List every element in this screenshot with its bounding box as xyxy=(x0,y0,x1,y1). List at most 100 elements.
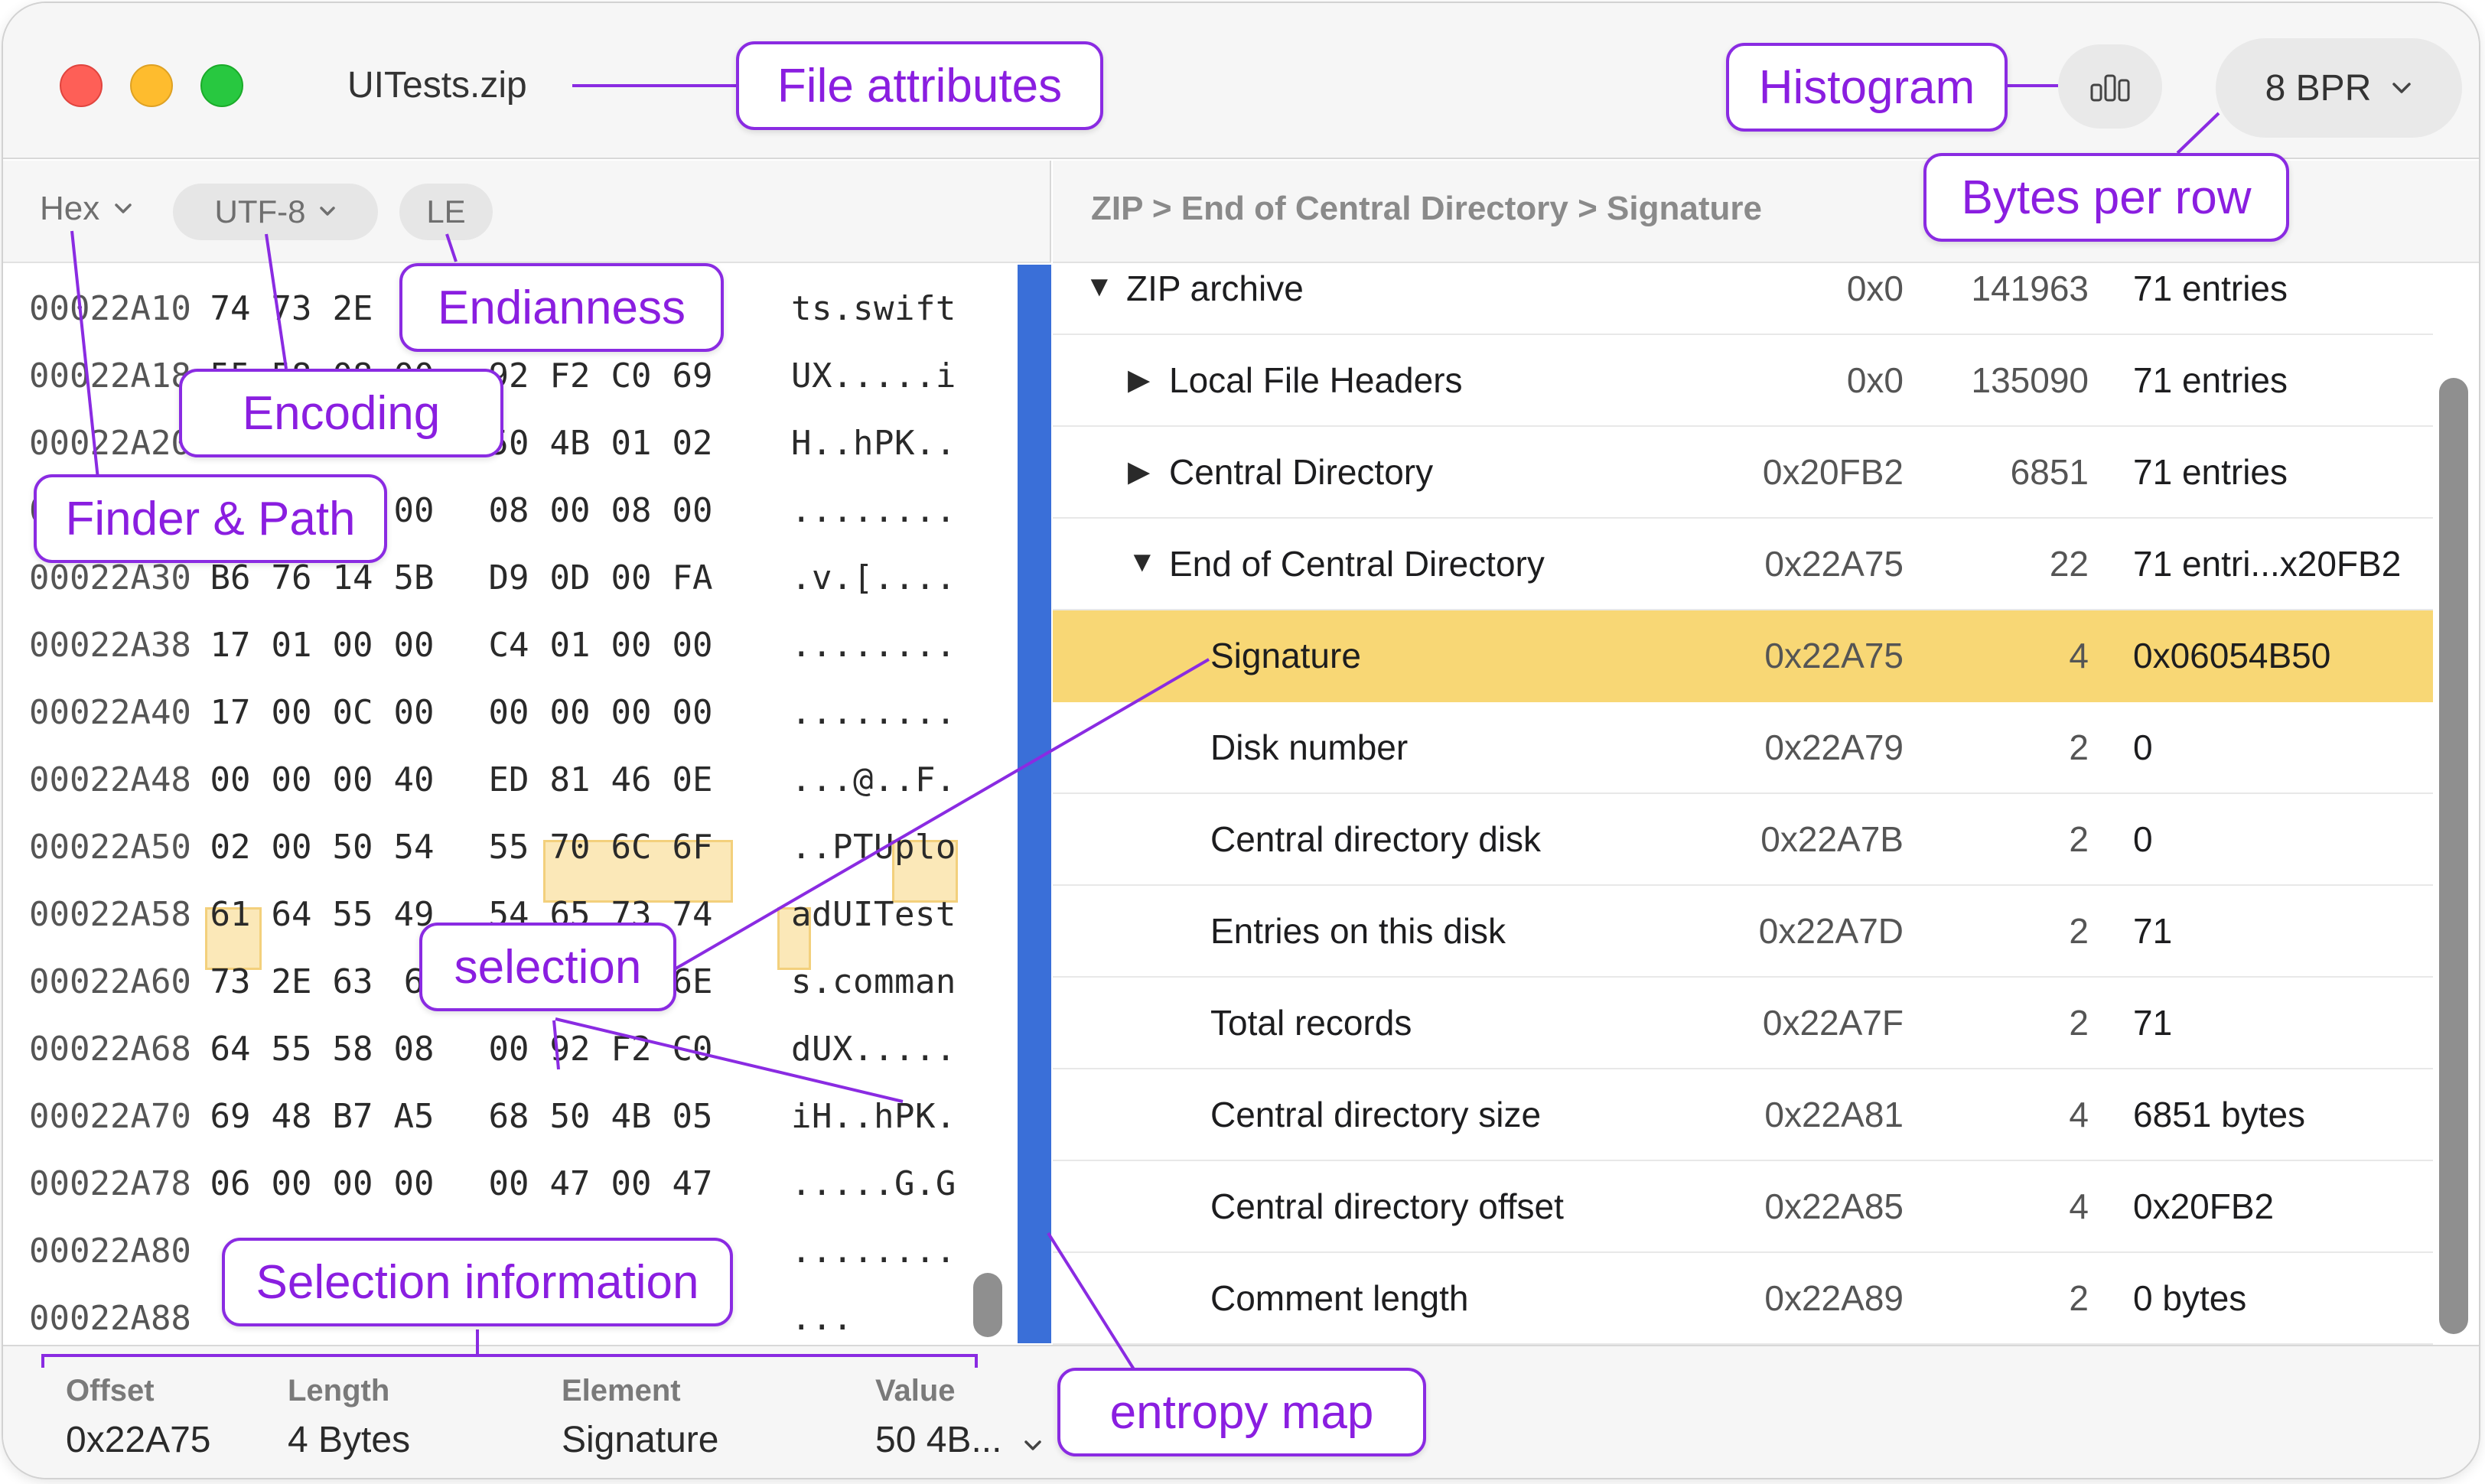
hex-byte[interactable]: 47 xyxy=(669,1164,716,1203)
hex-byte[interactable]: 08 xyxy=(390,1030,438,1069)
hex-byte[interactable]: F2 xyxy=(607,1030,655,1069)
hex-byte[interactable]: 00 xyxy=(669,626,716,665)
hex-byte[interactable]: 00 xyxy=(607,693,655,732)
histogram-button[interactable] xyxy=(2058,44,2162,129)
hex-byte[interactable]: 46 xyxy=(607,760,655,799)
hex-byte[interactable]: 2E xyxy=(268,962,315,1001)
disclosure-triangle-icon[interactable]: ▶ xyxy=(1128,363,1150,397)
hex-byte[interactable]: 69 xyxy=(207,1097,254,1136)
hex-view[interactable]: 00022A10 74 73 2E ts.swift 00022A18 55 58 08 00 92… xyxy=(3,265,1013,1345)
disclosure-triangle-icon[interactable]: ▼ xyxy=(1085,271,1114,304)
hex-row[interactable]: 00022A40 17 00 0C 00 00 00 00 00........ xyxy=(3,676,1013,744)
hex-byte[interactable]: 17 xyxy=(207,626,254,665)
view-mode-select[interactable]: Hex xyxy=(40,190,133,228)
hex-byte[interactable]: 00 xyxy=(207,760,254,799)
hex-byte[interactable]: FA xyxy=(669,558,716,597)
tree-row[interactable]: Comment length 0x22A89 2 0 bytes xyxy=(1053,1253,2433,1345)
encoding-select[interactable]: UTF-8 xyxy=(173,184,378,240)
hex-row-ascii[interactable]: ........ xyxy=(791,626,956,665)
hex-byte[interactable]: 00 xyxy=(669,491,716,530)
structure-tree[interactable]: ▼ ZIP archive 0x0 141963 71 entries ▶ Local Fi… xyxy=(1053,265,2433,1345)
hex-byte[interactable]: 00 xyxy=(485,693,532,732)
tree-row[interactable]: ▶ Local File Headers 0x0 135090 71 entries xyxy=(1053,335,2433,427)
disclosure-triangle-icon[interactable]: ▼ xyxy=(1128,546,1157,579)
hex-byte[interactable]: 47 xyxy=(546,1164,594,1203)
hex-byte[interactable]: 70 xyxy=(546,828,594,867)
hex-byte[interactable]: 00 xyxy=(390,693,438,732)
hex-byte[interactable]: 63 xyxy=(329,962,376,1001)
hex-byte[interactable]: 64 xyxy=(207,1030,254,1069)
hex-row-ascii[interactable]: ...@..F. xyxy=(791,760,956,799)
tree-row[interactable]: Disk number 0x22A79 2 0 xyxy=(1053,702,2433,794)
tree-row[interactable]: ▼ ZIP archive 0x0 141963 71 entries xyxy=(1053,243,2433,335)
hex-byte[interactable]: B7 xyxy=(329,1097,376,1136)
hex-byte[interactable]: A5 xyxy=(390,1097,438,1136)
hex-byte[interactable]: F2 xyxy=(546,356,594,395)
tree-row[interactable]: Total records 0x22A7F 2 71 xyxy=(1053,978,2433,1069)
hex-byte[interactable]: 69 xyxy=(669,356,716,395)
hex-byte[interactable]: 00 xyxy=(485,1030,532,1069)
status-value-value[interactable]: 50 4B... xyxy=(875,1419,1043,1461)
hex-byte[interactable]: 2E xyxy=(329,289,376,328)
hex-byte[interactable]: 0E xyxy=(669,760,716,799)
hex-byte[interactable]: 6C xyxy=(607,828,655,867)
hex-byte[interactable]: 02 xyxy=(207,828,254,867)
hex-row-ascii[interactable]: .v.[.... xyxy=(791,558,956,597)
hex-byte[interactable]: 00 xyxy=(390,491,438,530)
hex-byte[interactable]: 00 xyxy=(485,1164,532,1203)
hex-byte[interactable]: C0 xyxy=(607,356,655,395)
hex-byte[interactable]: 5B xyxy=(390,558,438,597)
tree-row[interactable]: Central directory size 0x22A81 4 6851 bytes xyxy=(1053,1069,2433,1161)
minimize-window-button[interactable] xyxy=(130,64,173,107)
hex-byte[interactable]: 14 xyxy=(329,558,376,597)
hex-byte[interactable]: C0 xyxy=(669,1030,716,1069)
hex-row[interactable]: 00022A20 50 4B 01 02 H..hPK.. xyxy=(3,407,1013,474)
hex-byte[interactable]: 92 xyxy=(546,1030,594,1069)
tree-row[interactable]: ▶ Central Directory 0x20FB2 6851 71 entries xyxy=(1053,427,2433,519)
hex-row-ascii[interactable]: .....G.G xyxy=(791,1164,956,1203)
hex-byte[interactable]: 01 xyxy=(268,626,315,665)
tree-row[interactable]: Central directory disk 0x22A7B 2 0 xyxy=(1053,794,2433,886)
hex-row[interactable]: 00022A38 17 01 00 00 C4 01 00 00........ xyxy=(3,609,1013,676)
tree-row[interactable]: Entries on this disk 0x22A7D 2 71 xyxy=(1053,886,2433,978)
hex-row-ascii[interactable]: s.comman xyxy=(791,962,956,1001)
endianness-toggle[interactable]: LE xyxy=(399,184,493,240)
file-title[interactable]: UITests.zip xyxy=(347,64,527,106)
hex-row-ascii[interactable]: ........ xyxy=(791,693,956,732)
hex-row-ascii[interactable]: ........ xyxy=(791,491,956,530)
entropy-map[interactable] xyxy=(1018,265,1051,1343)
hex-byte[interactable]: 81 xyxy=(546,760,594,799)
hex-byte[interactable]: B6 xyxy=(207,558,254,597)
hex-byte[interactable]: 00 xyxy=(329,1164,376,1203)
hex-scrollbar-thumb[interactable] xyxy=(973,1273,1002,1337)
hex-byte[interactable]: 00 xyxy=(268,1164,315,1203)
hex-byte[interactable]: 4B xyxy=(607,1097,655,1136)
hex-byte[interactable]: 4B xyxy=(546,424,594,463)
hex-byte[interactable]: 6F xyxy=(669,828,716,867)
hex-byte[interactable]: 05 xyxy=(669,1097,716,1136)
hex-byte[interactable]: 00 xyxy=(669,693,716,732)
hex-byte[interactable]: 00 xyxy=(268,828,315,867)
hex-byte[interactable]: C4 xyxy=(485,626,532,665)
hex-byte[interactable]: 40 xyxy=(390,760,438,799)
bytes-per-row-select[interactable]: 8 BPR xyxy=(2216,38,2462,138)
hex-byte[interactable]: 08 xyxy=(485,491,532,530)
hex-row[interactable]: 00022A78 06 00 00 00 00 47 00 47 .....G.G xyxy=(3,1147,1013,1215)
hex-row-ascii[interactable]: dUX..... xyxy=(791,1030,956,1069)
hex-row-ascii[interactable]: ts.swift xyxy=(791,289,956,328)
hex-byte[interactable]: 58 xyxy=(329,1030,376,1069)
close-window-button[interactable] xyxy=(60,64,103,107)
tree-row[interactable]: ▼ End of Central Directory 0x22A75 22 71 ent… xyxy=(1053,519,2433,610)
tree-row[interactable]: Central directory offset 0x22A85 4 0x20FB2 xyxy=(1053,1161,2433,1253)
hex-row[interactable]: 00022A48 00 00 00 40 ED 81 46 0E ...@..F. xyxy=(3,744,1013,811)
hex-byte[interactable]: 06 xyxy=(207,1164,254,1203)
hex-row-ascii[interactable]: iH..hPK. xyxy=(791,1097,956,1136)
hex-byte[interactable]: 00 xyxy=(607,1164,655,1203)
hex-byte[interactable]: 08 xyxy=(607,491,655,530)
hex-byte[interactable]: 73 xyxy=(207,962,254,1001)
hex-row-ascii[interactable]: ........ xyxy=(791,1232,956,1271)
hex-byte[interactable]: 55 xyxy=(329,895,376,934)
status-value[interactable]: Value 50 4B... xyxy=(875,1374,1043,1461)
hex-byte[interactable]: 64 xyxy=(268,895,315,934)
hex-byte[interactable]: 00 xyxy=(268,760,315,799)
